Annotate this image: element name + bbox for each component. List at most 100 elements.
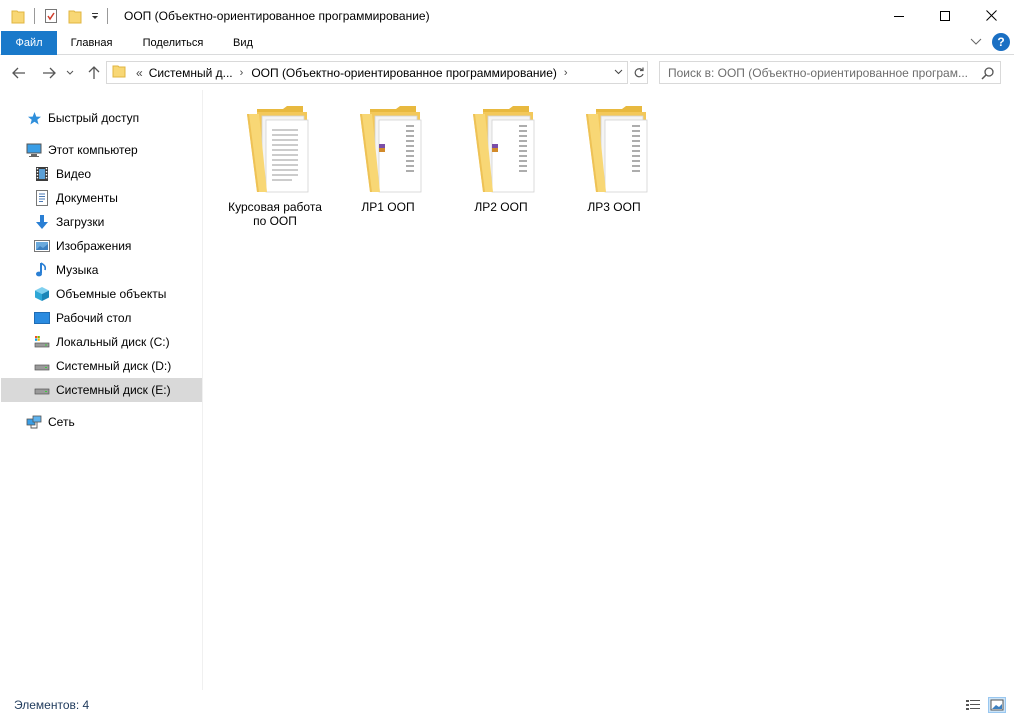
tab-file[interactable]: Файл xyxy=(1,31,57,55)
nav-item-label: Локальный диск (C:) xyxy=(56,335,170,349)
video-icon xyxy=(34,166,50,182)
folder-icon xyxy=(473,106,535,193)
search-placeholder: Поиск в: ООП (Объектно-ориентированное п… xyxy=(668,65,968,80)
expand-ribbon-icon[interactable] xyxy=(970,35,982,49)
forward-button[interactable] xyxy=(39,63,59,83)
folder-item[interactable]: ЛР3 ООП xyxy=(559,104,669,214)
folder-icon xyxy=(112,64,126,81)
help-icon[interactable]: ? xyxy=(992,33,1010,51)
close-button[interactable] xyxy=(968,0,1014,31)
nav-item-3d-objects[interactable]: Объемные объекты xyxy=(1,282,202,306)
properties-icon[interactable] xyxy=(41,6,61,26)
separator xyxy=(34,7,35,24)
item-count: Элементов: 4 xyxy=(14,698,90,712)
search-icon[interactable] xyxy=(981,66,995,83)
nav-item-this-pc[interactable]: Этот компьютер xyxy=(1,138,202,162)
maximize-button[interactable] xyxy=(922,0,968,31)
folder-name-line: ЛР3 ООП xyxy=(587,200,641,214)
customize-qat-icon[interactable] xyxy=(85,6,105,26)
nav-item-label: Системный диск (D:) xyxy=(56,359,172,373)
details-view-icon[interactable] xyxy=(964,697,982,713)
tab-share[interactable]: Поделиться xyxy=(131,31,215,55)
window-controls xyxy=(876,0,1014,31)
documents-icon xyxy=(34,190,50,206)
folder-name-line: по ООП xyxy=(253,214,297,228)
drive-icon xyxy=(34,358,50,374)
nav-item-label: Сеть xyxy=(48,415,75,429)
folder-item[interactable]: ЛР2 ООП xyxy=(446,104,556,214)
nav-item-drive-d[interactable]: Системный диск (D:) xyxy=(1,354,202,378)
view-switcher xyxy=(964,697,1006,713)
nav-item-label: Изображения xyxy=(56,239,132,253)
tab-home[interactable]: Главная xyxy=(60,31,123,55)
new-folder-icon[interactable] xyxy=(65,6,85,26)
nav-item-label: Этот компьютер xyxy=(48,143,138,157)
breadcrumb-current-folder[interactable]: ООП (Объектно-ориентированное программир… xyxy=(251,66,557,80)
downloads-icon xyxy=(34,214,50,230)
folder-icon xyxy=(8,6,28,26)
nav-item-video[interactable]: Видео xyxy=(1,162,202,186)
status-bar: Элементов: 4 xyxy=(0,693,1014,717)
nav-item-label: Системный диск (E:) xyxy=(56,383,171,397)
search-input[interactable]: Поиск в: ООП (Объектно-ориентированное п… xyxy=(659,61,1001,84)
separator xyxy=(107,7,108,24)
chevron-right-icon[interactable]: › xyxy=(564,67,568,79)
nav-item-label: Музыка xyxy=(56,263,99,277)
folder-name: ЛР1 ООП xyxy=(333,200,443,214)
nav-item-label: Рабочий стол xyxy=(56,311,132,325)
nav-item-drive-c[interactable]: Локальный диск (C:) xyxy=(1,330,202,354)
ribbon-tabs: Файл Главная Поделиться Вид ? xyxy=(0,31,1014,55)
address-row: « Системный д... › ООП (Объектно-ориенти… xyxy=(0,55,1014,90)
3d-objects-icon xyxy=(34,286,50,302)
folder-name: ЛР3 ООП xyxy=(559,200,669,214)
title-bar: ООП (Объектно-ориентированное программир… xyxy=(0,0,1014,31)
nav-item-label: Видео xyxy=(56,167,92,181)
minimize-button[interactable] xyxy=(876,0,922,31)
refresh-button[interactable] xyxy=(630,61,648,84)
drive-c-icon xyxy=(34,334,50,350)
folder-item[interactable]: ЛР1 ООП xyxy=(333,104,443,214)
quick-access-toolbar xyxy=(0,0,114,31)
breadcrumb-system-disk[interactable]: Системный д... xyxy=(149,66,233,80)
nav-item-documents[interactable]: Документы xyxy=(1,186,202,210)
window-title: ООП (Объектно-ориентированное программир… xyxy=(124,8,430,23)
recent-locations-icon[interactable] xyxy=(63,63,77,83)
folder-icon xyxy=(360,106,422,193)
folder-icon xyxy=(247,106,309,193)
ribbon-right-controls: ? xyxy=(970,33,1010,51)
file-list: Курсовая работа по ООП ЛР1 ООП ЛР2 ООП Л… xyxy=(204,90,1014,690)
nav-item-drive-e[interactable]: Системный диск (E:) xyxy=(1,378,202,402)
folder-item[interactable]: Курсовая работа по ООП xyxy=(220,104,330,228)
folder-name-line: Курсовая работа xyxy=(228,200,322,214)
nav-item-pictures[interactable]: Изображения xyxy=(1,234,202,258)
folder-name: ЛР2 ООП xyxy=(446,200,556,214)
drive-icon xyxy=(34,382,50,398)
nav-item-network[interactable]: Сеть xyxy=(1,410,202,434)
pictures-icon xyxy=(34,238,50,254)
nav-item-quick-access[interactable]: Быстрый доступ xyxy=(1,106,202,130)
desktop-icon xyxy=(34,310,50,326)
large-icons-view-icon[interactable] xyxy=(988,697,1006,713)
folder-name-line: ЛР1 ООП xyxy=(361,200,415,214)
chevron-right-icon[interactable]: › xyxy=(240,67,244,79)
folder-icon xyxy=(586,106,648,193)
music-icon xyxy=(34,262,50,278)
nav-item-label: Загрузки xyxy=(56,215,105,229)
up-button[interactable] xyxy=(84,63,104,83)
chevron-down-icon[interactable] xyxy=(611,65,625,79)
network-icon xyxy=(26,414,42,430)
nav-item-label: Объемные объекты xyxy=(56,287,167,301)
folder-name-line: ЛР2 ООП xyxy=(474,200,528,214)
nav-item-music[interactable]: Музыка xyxy=(1,258,202,282)
breadcrumb-overflow[interactable]: « xyxy=(136,66,143,80)
folder-name: Курсовая работа по ООП xyxy=(220,200,330,228)
nav-item-label: Документы xyxy=(56,191,118,205)
address-bar[interactable]: « Системный д... › ООП (Объектно-ориенти… xyxy=(106,61,628,84)
star-icon xyxy=(26,110,42,126)
back-button[interactable] xyxy=(9,63,29,83)
tab-view[interactable]: Вид xyxy=(223,31,263,55)
nav-item-downloads[interactable]: Загрузки xyxy=(1,210,202,234)
nav-item-desktop[interactable]: Рабочий стол xyxy=(1,306,202,330)
navigation-pane: Быстрый доступ Этот компьютер Видео Доку… xyxy=(0,90,203,690)
nav-item-label: Быстрый доступ xyxy=(48,111,140,125)
